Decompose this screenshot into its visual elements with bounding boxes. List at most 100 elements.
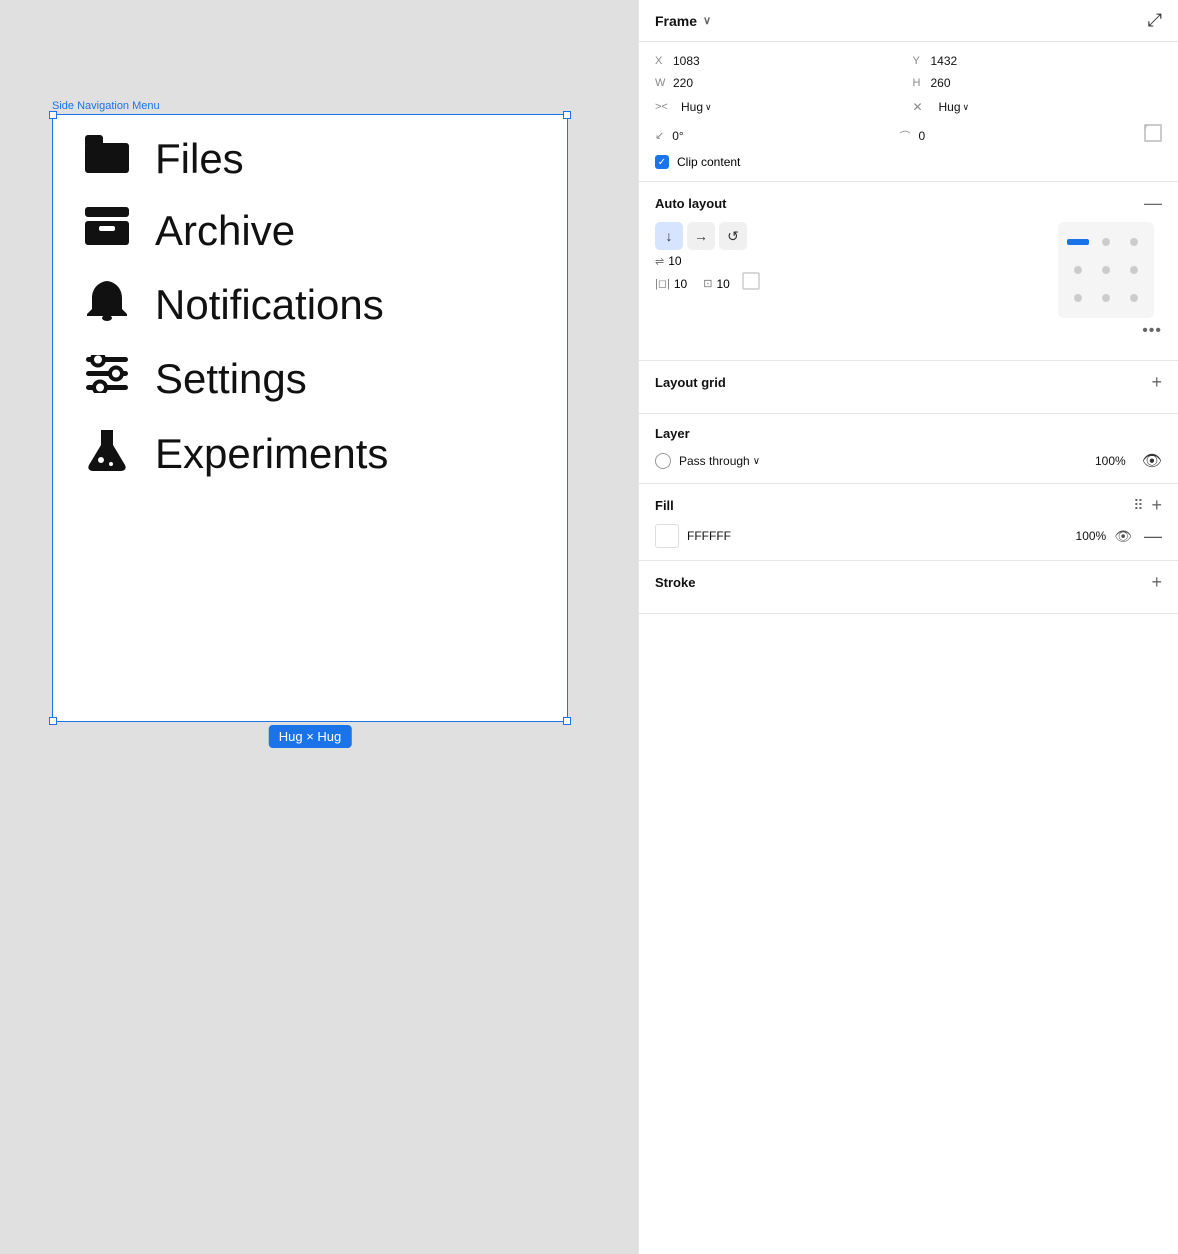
al-down-btn[interactable]: ↓ xyxy=(655,222,683,250)
hug-y-pair: ✕ Hug ∨ xyxy=(913,98,1163,116)
x-value[interactable]: 1083 xyxy=(673,54,700,68)
al-controls-row: ↓ → ↺ ⇌ 10 |◻| 10 ⊡ xyxy=(655,222,1162,340)
hug-x-btn[interactable]: Hug ∨ xyxy=(677,98,716,116)
wh-row: W 220 H 260 xyxy=(655,76,1162,90)
radius-icon: ⌒ xyxy=(900,128,911,144)
al-gap-group: ⇌ 10 xyxy=(655,254,682,268)
alignment-grid[interactable] xyxy=(1058,222,1154,318)
align-tc[interactable] xyxy=(1092,228,1120,256)
fill-add-btn[interactable]: + xyxy=(1151,496,1162,514)
stroke-title: Stroke xyxy=(655,575,695,590)
position-section: X 1083 Y 1432 W 220 H 260 >< Hug ∨ xyxy=(639,42,1178,182)
align-br[interactable] xyxy=(1120,284,1148,312)
x-label: X xyxy=(655,55,669,67)
al-constrain-icon xyxy=(742,272,760,295)
archive-label: Archive xyxy=(155,207,295,255)
y-label: Y xyxy=(913,55,927,67)
y-pair: Y 1432 xyxy=(913,54,1163,68)
al-gap-value[interactable]: 10 xyxy=(668,254,681,268)
radius-pair: ⌒ 0 xyxy=(900,128,1137,144)
experiments-label: Experiments xyxy=(155,430,388,478)
angle-pair: ↙ 0° xyxy=(655,129,892,143)
angle-value[interactable]: 0° xyxy=(672,129,683,143)
align-mr[interactable] xyxy=(1120,256,1148,284)
al-wrap-btn[interactable]: ↺ xyxy=(719,222,747,250)
fill-row: FFFFFF 100% 👁 — xyxy=(655,524,1162,548)
fill-header: Fill ⠿ + xyxy=(655,496,1162,514)
al-padding-left-group: |◻| 10 xyxy=(655,272,687,295)
fill-header-icons: ⠿ + xyxy=(1133,496,1162,514)
w-value[interactable]: 220 xyxy=(673,76,693,90)
layer-mode-dropdown[interactable]: Pass through ∨ xyxy=(679,454,760,468)
clip-content-checkbox[interactable] xyxy=(655,155,669,169)
nav-item-settings[interactable]: Settings xyxy=(83,355,537,403)
auto-layout-section: Auto layout — ↓ → ↺ ⇌ 10 |◻| xyxy=(639,182,1178,361)
layer-visibility-icon[interactable]: 👁 xyxy=(1142,451,1162,471)
align-bl[interactable] xyxy=(1064,284,1092,312)
files-label: Files xyxy=(155,135,244,183)
w-pair: W 220 xyxy=(655,76,905,90)
hug-x-pair: >< Hug ∨ xyxy=(655,98,905,116)
layout-grid-add-btn[interactable]: + xyxy=(1151,373,1162,391)
auto-layout-remove-btn[interactable]: — xyxy=(1144,194,1162,212)
align-mc[interactable] xyxy=(1092,256,1120,284)
frame-title-group: Frame ∨ xyxy=(655,13,711,29)
notifications-label: Notifications xyxy=(155,281,384,329)
layer-row: Pass through ∨ 100% 👁 xyxy=(655,451,1162,471)
settings-label: Settings xyxy=(155,355,307,403)
align-tr[interactable] xyxy=(1120,228,1148,256)
layer-header: Layer xyxy=(655,426,1162,441)
collapse-icon[interactable]: ⤢ xyxy=(1148,10,1162,31)
fill-visibility-icon[interactable]: 👁 xyxy=(1114,528,1132,545)
stroke-add-btn[interactable]: + xyxy=(1151,573,1162,591)
h-pair: H 260 xyxy=(913,76,1163,90)
fill-grid-icon[interactable]: ⠿ xyxy=(1133,497,1143,514)
hug-badge: Hug × Hug xyxy=(269,725,352,748)
handle-tr[interactable] xyxy=(563,111,571,119)
stroke-header: Stroke + xyxy=(655,573,1162,591)
experiments-icon xyxy=(83,427,131,481)
hug-y-btn[interactable]: Hug ∨ xyxy=(935,98,974,116)
al-gap-icon: ⇌ xyxy=(655,255,664,268)
handle-br[interactable] xyxy=(563,717,571,725)
hug-x-label: >< xyxy=(655,101,673,113)
al-padding-left-value[interactable]: 10 xyxy=(674,277,687,291)
radius-value[interactable]: 0 xyxy=(919,129,926,143)
panel-title: Frame xyxy=(655,13,697,29)
fill-opacity-value[interactable]: 100% xyxy=(1076,529,1107,543)
y-value[interactable]: 1432 xyxy=(931,54,958,68)
handle-tl[interactable] xyxy=(49,111,57,119)
nav-item-experiments[interactable]: Experiments xyxy=(83,427,537,481)
nav-frame[interactable]: Files Archive xyxy=(52,114,568,722)
al-right-btn[interactable]: → xyxy=(687,222,715,250)
x-pair: X 1083 xyxy=(655,54,905,68)
layer-blend-icon xyxy=(655,453,671,469)
fill-section: Fill ⠿ + FFFFFF 100% 👁 — xyxy=(639,484,1178,561)
align-tl[interactable] xyxy=(1064,228,1092,256)
al-more-options-btn[interactable]: ••• xyxy=(1142,322,1162,340)
align-bc[interactable] xyxy=(1092,284,1120,312)
nav-item-archive[interactable]: Archive xyxy=(83,207,537,255)
fill-remove-btn[interactable]: — xyxy=(1144,526,1162,547)
handle-bl[interactable] xyxy=(49,717,57,725)
properties-panel: Frame ∨ ⤢ X 1083 Y 1432 W 220 H 260 xyxy=(638,0,1178,1254)
align-ml[interactable] xyxy=(1064,256,1092,284)
w-label: W xyxy=(655,77,669,89)
hug-row: >< Hug ∨ ✕ Hug ∨ xyxy=(655,98,1162,116)
hug-y-label: ✕ xyxy=(913,100,931,114)
al-padding-right-icon: ⊡ xyxy=(703,277,712,290)
nav-item-files[interactable]: Files xyxy=(83,135,537,183)
layer-title: Layer xyxy=(655,426,690,441)
fill-title: Fill xyxy=(655,498,674,513)
stroke-section: Stroke + xyxy=(639,561,1178,614)
frame-label: Side Navigation Menu xyxy=(52,100,160,112)
fill-hex-value[interactable]: FFFFFF xyxy=(687,529,1068,543)
layer-mode-chevron: ∨ xyxy=(753,456,760,467)
files-icon xyxy=(83,135,131,183)
frame-chevron-icon[interactable]: ∨ xyxy=(703,14,711,27)
al-padding-right-value[interactable]: 10 xyxy=(716,277,729,291)
h-value[interactable]: 260 xyxy=(931,76,951,90)
layer-opacity-value[interactable]: 100% xyxy=(1095,454,1126,468)
nav-item-notifications[interactable]: Notifications xyxy=(83,279,537,331)
fill-color-swatch[interactable] xyxy=(655,524,679,548)
